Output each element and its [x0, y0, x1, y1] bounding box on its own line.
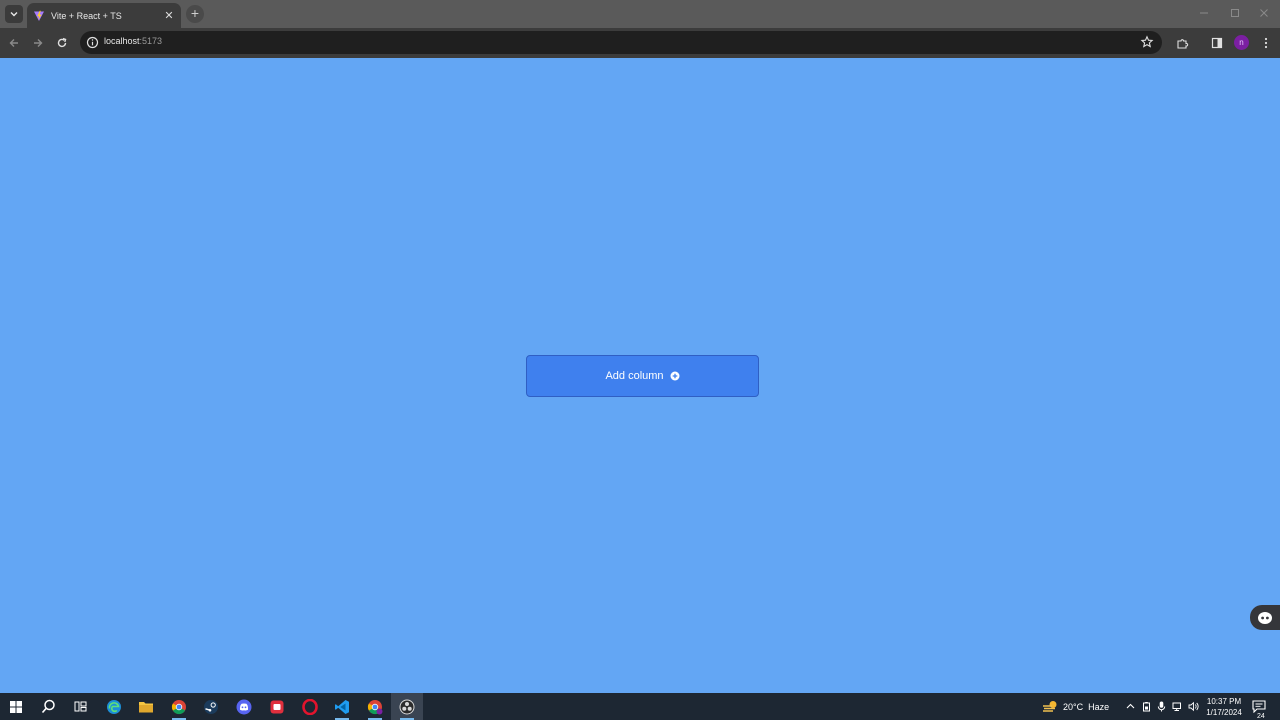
bookmark-star-icon[interactable]	[1140, 35, 1154, 49]
taskbar-app-steam[interactable]	[195, 693, 227, 720]
arrow-left-icon	[9, 39, 18, 47]
url-host: localhost	[104, 36, 140, 46]
taskbar-search-button[interactable]	[32, 693, 64, 720]
obs-icon	[399, 699, 415, 714]
reload-button[interactable]	[54, 35, 70, 51]
forward-button[interactable]	[30, 35, 46, 51]
window-close-icon[interactable]	[1257, 6, 1271, 20]
clock-date: 1/17/2024	[1206, 708, 1242, 717]
extensions-button[interactable]	[1174, 35, 1190, 51]
vite-logo-icon	[34, 10, 44, 21]
tab-close-icon[interactable]: ✕	[163, 10, 175, 22]
url-port: :5173	[139, 36, 163, 46]
new-tab-button[interactable]: +	[186, 5, 204, 23]
haze-icon	[1043, 700, 1057, 712]
taskbar-app-chrome-profile[interactable]	[359, 693, 391, 720]
clock-time: 10:37 PM	[1206, 697, 1242, 706]
taskbar: 20°C Haze 10:37 PM 1/17/2024	[0, 693, 1280, 720]
plus-circle-icon	[670, 371, 680, 381]
more-vertical-icon	[1264, 37, 1268, 49]
browser-tab[interactable]: Vite + React + TS ✕	[27, 3, 181, 28]
taskbar-clock[interactable]: 10:37 PM 1/17/2024	[1202, 696, 1246, 718]
battery-icon[interactable]	[1141, 701, 1152, 712]
minimize-icon[interactable]	[1197, 6, 1211, 20]
taskbar-app-edge[interactable]	[98, 693, 130, 720]
add-column-label: Add column	[605, 370, 664, 382]
taskbar-app-obs[interactable]	[391, 693, 423, 720]
edge-icon	[107, 699, 121, 714]
site-info-icon[interactable]	[86, 36, 99, 49]
taskbar-app-chrome[interactable]	[163, 693, 195, 720]
assistant-face-icon	[1258, 611, 1272, 624]
add-column-button[interactable]: Add column	[526, 355, 759, 397]
red-app-icon	[270, 700, 284, 713]
folder-icon	[139, 701, 153, 712]
browser-menu-button[interactable]	[1258, 35, 1274, 51]
url-text: localhost:5173	[104, 36, 162, 46]
profile-avatar[interactable]: n	[1234, 35, 1249, 50]
weather-temp: 20°C	[1063, 701, 1084, 712]
tab-search-button[interactable]	[5, 5, 23, 23]
arrow-right-icon	[34, 39, 43, 47]
discord-icon	[236, 699, 252, 714]
windows-logo-icon	[10, 700, 22, 713]
puzzle-icon	[1176, 38, 1188, 49]
side-panel-icon	[1211, 37, 1223, 49]
vscode-icon	[335, 699, 349, 714]
steam-icon	[204, 699, 218, 714]
start-button[interactable]	[0, 693, 32, 720]
tab-strip: Vite + React + TS ✕ +	[0, 0, 1280, 28]
reload-icon	[57, 37, 67, 48]
weather-widget[interactable]: 20°C Haze	[1042, 693, 1109, 720]
network-icon[interactable]	[1172, 701, 1183, 712]
notification-count-badge: 24	[1257, 713, 1265, 720]
floating-assistant-button[interactable]	[1250, 605, 1280, 630]
search-icon	[41, 699, 55, 714]
taskbar-app-discord[interactable]	[228, 693, 260, 720]
chrome-icon	[171, 699, 186, 714]
chrome-profile-icon	[367, 699, 383, 714]
page-viewport: Add column	[0, 58, 1280, 693]
opera-icon	[302, 698, 318, 715]
chevron-down-icon	[10, 12, 18, 17]
notification-icon[interactable]	[1252, 700, 1266, 713]
back-button[interactable]	[6, 35, 22, 51]
browser-toolbar: localhost:5173 n	[0, 28, 1280, 58]
taskbar-app-vscode[interactable]	[326, 693, 358, 720]
volume-icon[interactable]	[1188, 701, 1199, 712]
address-bar[interactable]: localhost:5173	[80, 31, 1162, 54]
taskbar-app-red[interactable]	[261, 693, 293, 720]
task-view-icon	[74, 701, 86, 712]
side-panel-button[interactable]	[1209, 35, 1225, 51]
taskbar-app-file-explorer[interactable]	[130, 693, 162, 720]
weather-condition: Haze	[1088, 701, 1110, 712]
chevron-up-icon[interactable]	[1125, 701, 1136, 712]
task-view-button[interactable]	[64, 693, 96, 720]
microphone-icon[interactable]	[1156, 701, 1167, 712]
tab-title: Vite + React + TS	[51, 10, 122, 21]
taskbar-app-opera[interactable]	[294, 693, 326, 720]
maximize-icon[interactable]	[1228, 6, 1242, 20]
